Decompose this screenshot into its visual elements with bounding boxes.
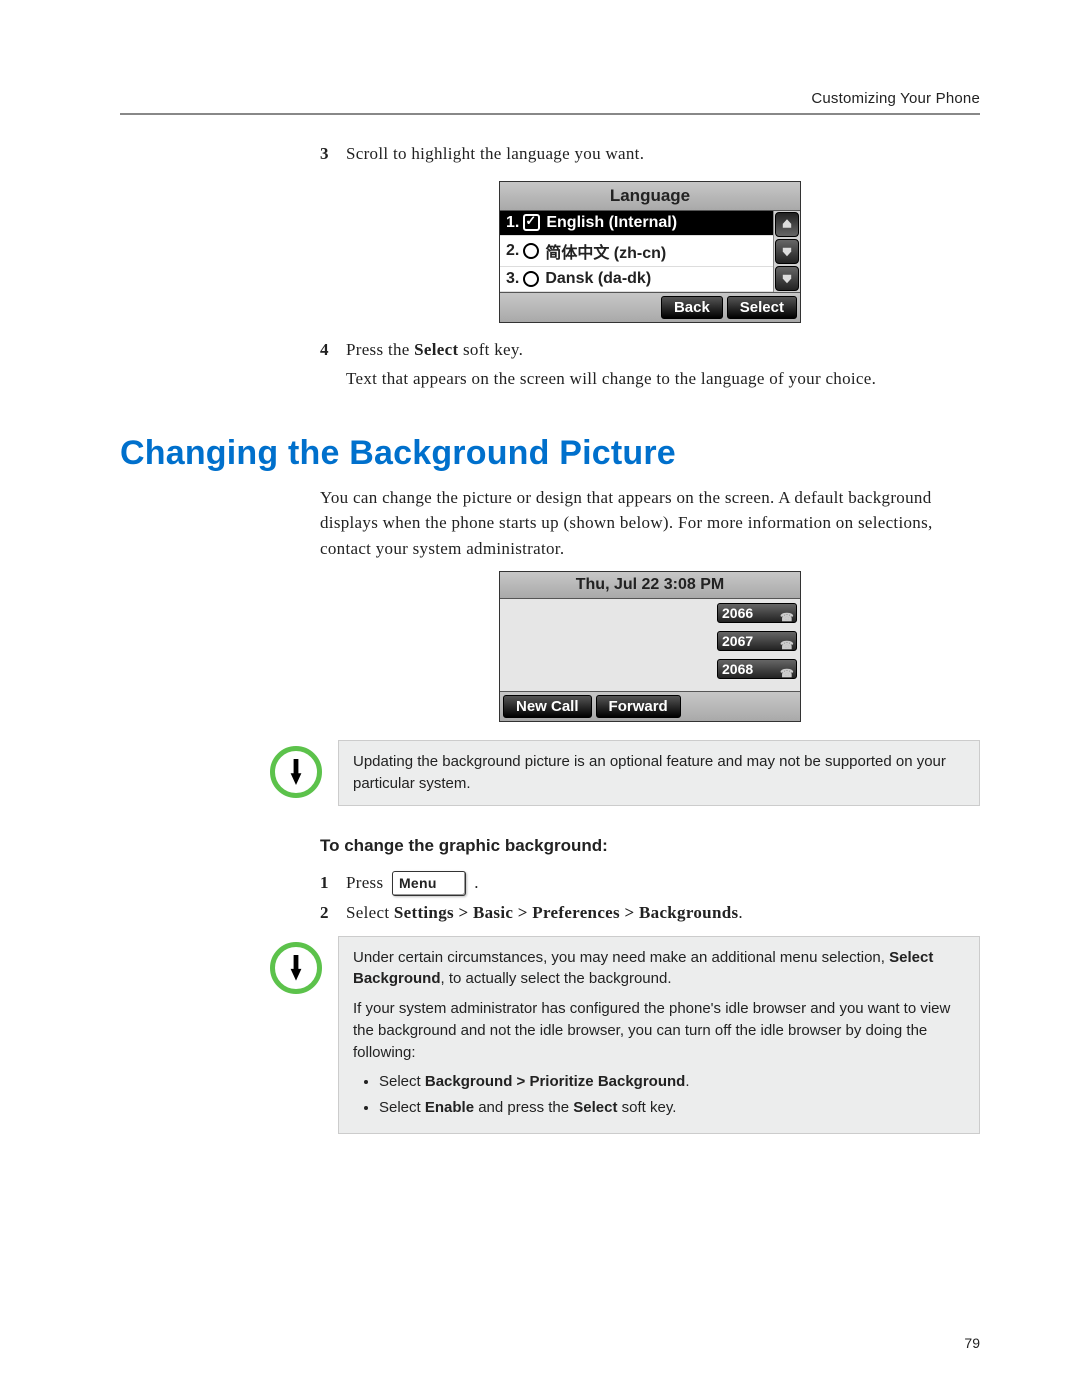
- scroll-up-icon: [775, 212, 799, 237]
- item-index: 3.: [506, 270, 519, 288]
- menu-key-icon: Menu: [392, 871, 466, 896]
- sub-heading: To change the graphic background:: [320, 836, 980, 856]
- text-run: Select: [379, 1073, 425, 1090]
- step-4-followup: Text that appears on the screen will cha…: [346, 366, 980, 392]
- unchecked-icon: [523, 271, 539, 287]
- note-1: Updating the background picture is an op…: [270, 740, 980, 806]
- language-item-1: 1. English (Internal): [500, 211, 773, 236]
- line-key-1: 2066: [717, 603, 797, 623]
- step-text: Scroll to highlight the language you wan…: [346, 141, 980, 167]
- line-number: 2067: [722, 633, 753, 649]
- note-list-item: Select Background > Prioritize Backgroun…: [379, 1071, 965, 1093]
- phone-icon: [780, 636, 792, 646]
- text-run: Select: [379, 1099, 425, 1116]
- checked-icon: [523, 214, 540, 231]
- bold-text: Select: [414, 340, 458, 359]
- screenshot-body: 2066 2067 2068: [500, 599, 800, 691]
- note-arrow-icon: [270, 746, 322, 798]
- intro-paragraph: You can change the picture or design tha…: [320, 485, 980, 562]
- text-run: Press: [346, 873, 388, 892]
- text-run: and press the: [474, 1099, 573, 1116]
- text-run: .: [738, 903, 743, 922]
- bg-step-1: 1 Press Menu .: [320, 870, 980, 897]
- content-column: 3 Scroll to highlight the language you w…: [320, 141, 980, 392]
- content-column: You can change the picture or design tha…: [320, 485, 980, 723]
- forward-softkey: Forward: [596, 695, 681, 718]
- language-list: 1. English (Internal) 2. 简体中文 (zh-cn) 3.…: [500, 211, 773, 292]
- header-rule: [120, 113, 980, 115]
- bold-text: Settings > Basic > Preferences > Backgro…: [394, 903, 738, 922]
- line-key-3: 2068: [717, 659, 797, 679]
- text-run: Under certain circumstances, you may nee…: [353, 949, 889, 966]
- line-key-2: 2067: [717, 631, 797, 651]
- item-label: English (Internal): [546, 214, 677, 232]
- step-text: Press the Select soft key.: [346, 337, 980, 363]
- line-number: 2066: [722, 605, 753, 621]
- item-index: 2.: [506, 242, 519, 260]
- note-paragraph: Under certain circumstances, you may nee…: [353, 947, 965, 991]
- screenshot-body: 1. English (Internal) 2. 简体中文 (zh-cn) 3.…: [500, 211, 800, 292]
- step-number: 4: [320, 337, 346, 363]
- language-item-3: 3. Dansk (da-dk): [500, 267, 773, 292]
- step-number: 1: [320, 870, 346, 897]
- step-4: 4 Press the Select soft key.: [320, 337, 980, 363]
- bold-text: Enable: [425, 1099, 474, 1116]
- phone-icon: [780, 608, 792, 618]
- scrollbar: [773, 211, 800, 292]
- page-number: 79: [964, 1335, 980, 1351]
- step-3: 3 Scroll to highlight the language you w…: [320, 141, 980, 167]
- line-number: 2068: [722, 661, 753, 677]
- text-run: , to actually select the background.: [441, 970, 672, 987]
- bold-text: Background > Prioritize Background: [425, 1073, 685, 1090]
- screenshot-footer: Back Select: [500, 292, 800, 322]
- scroll-down-icon: [775, 266, 799, 291]
- idle-screenshot: Thu, Jul 22 3:08 PM 2066 2067 2068 New C…: [499, 571, 801, 722]
- note-list: Select Background > Prioritize Backgroun…: [353, 1071, 965, 1119]
- bold-text: Select: [573, 1099, 617, 1116]
- content-column: To change the graphic background: 1 Pres…: [320, 836, 980, 926]
- note-2: Under certain circumstances, you may nee…: [270, 936, 980, 1134]
- step-text: Select Settings > Basic > Preferences > …: [346, 900, 980, 926]
- item-label: 简体中文 (zh-cn): [545, 239, 666, 263]
- note-text: Updating the background picture is an op…: [338, 740, 980, 806]
- scroll-thumb-icon: [775, 239, 799, 264]
- newcall-softkey: New Call: [503, 695, 592, 718]
- note-list-item: Select Enable and press the Select soft …: [379, 1097, 965, 1119]
- text-run: Select: [346, 903, 394, 922]
- screenshot-title: Thu, Jul 22 3:08 PM: [500, 572, 800, 599]
- text-run: soft key.: [458, 340, 523, 359]
- unchecked-icon: [523, 243, 539, 259]
- section-heading: Changing the Background Picture: [120, 434, 980, 473]
- language-item-2: 2. 简体中文 (zh-cn): [500, 236, 773, 267]
- step-number: 2: [320, 900, 346, 926]
- language-screenshot: Language 1. English (Internal) 2. 简体中文 (…: [499, 181, 801, 323]
- page: Customizing Your Phone 3 Scroll to highl…: [0, 0, 1080, 1397]
- item-label: Dansk (da-dk): [545, 270, 651, 288]
- item-index: 1.: [506, 214, 519, 232]
- text-run: .: [474, 873, 479, 892]
- text-run: .: [685, 1073, 689, 1090]
- bg-step-2: 2 Select Settings > Basic > Preferences …: [320, 900, 980, 926]
- note-text: Under certain circumstances, you may nee…: [338, 936, 980, 1134]
- note-arrow-icon: [270, 942, 322, 994]
- step-number: 3: [320, 141, 346, 167]
- screenshot-footer: New Call Forward: [500, 691, 800, 721]
- note-paragraph: If your system administrator has configu…: [353, 998, 965, 1063]
- header-label: Customizing Your Phone: [120, 90, 980, 107]
- select-softkey: Select: [727, 296, 797, 319]
- text-run: Press the: [346, 340, 414, 359]
- phone-icon: [780, 664, 792, 674]
- back-softkey: Back: [661, 296, 723, 319]
- text-run: soft key.: [617, 1099, 676, 1116]
- screenshot-title: Language: [500, 182, 800, 211]
- step-text: Press Menu .: [346, 870, 980, 897]
